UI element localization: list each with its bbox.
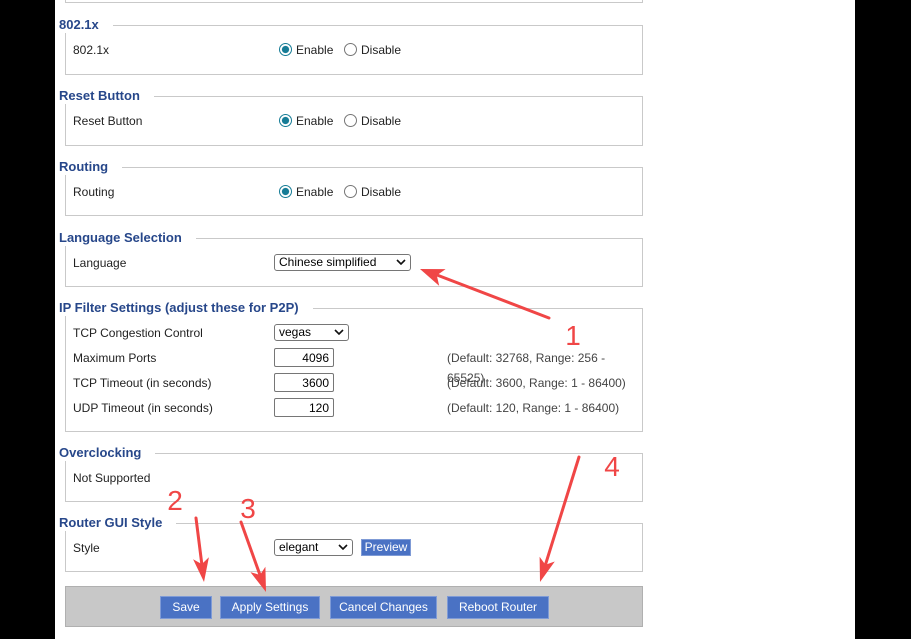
reset-button-disable-label: Disable (361, 114, 402, 128)
section-legend: Language Selection (59, 230, 196, 246)
routing-disable-label: Disable (361, 185, 402, 199)
style-select-value: elegant (279, 540, 319, 554)
section-legend: Overclocking (59, 445, 156, 461)
section-legend: 802.1x (59, 17, 113, 33)
tcp-congestion-select-value: vegas (279, 325, 312, 339)
reset-button-enable-label: Enable (296, 114, 334, 128)
dot1x-label: 802.1x (73, 43, 110, 57)
chevron-down-icon (334, 329, 344, 335)
tcp-timeout-hint: (Default: 3600, Range: 1 - 86400) (447, 376, 626, 390)
settings-panel: 802.1x 802.1x Enable Disable Reset Butto… (55, 0, 855, 639)
preview-button[interactable]: Preview (361, 539, 411, 556)
routing-enable-radio[interactable] (279, 185, 292, 198)
section-legend: IP Filter Settings (adjust these for P2P… (59, 300, 313, 316)
previous-section-bottom (65, 0, 643, 3)
dot1x-enable-radio[interactable] (279, 43, 292, 56)
reset-button-enable-radio[interactable] (279, 114, 292, 127)
section-legend: Routing (59, 159, 123, 175)
udp-timeout-label: UDP Timeout (in seconds) (73, 401, 213, 415)
section-routing: Routing Routing Enable Disable (59, 159, 643, 216)
language-label: Language (73, 256, 127, 270)
section-legend: Reset Button (59, 88, 154, 104)
section-802-1x: 802.1x 802.1x Enable Disable (59, 17, 643, 75)
udp-timeout-input[interactable] (274, 398, 334, 417)
tcp-congestion-select[interactable]: vegas (274, 324, 349, 341)
max-ports-label: Maximum Ports (73, 351, 157, 365)
chevron-down-icon (338, 544, 348, 550)
dot1x-disable-radio[interactable] (344, 43, 357, 56)
language-select[interactable]: Chinese simplified (274, 254, 411, 271)
reset-button-label: Reset Button (73, 114, 143, 128)
chevron-down-icon (396, 259, 406, 265)
language-select-value: Chinese simplified (279, 255, 377, 269)
section-legend: Router GUI Style (59, 515, 177, 531)
udp-timeout-hint: (Default: 120, Range: 1 - 86400) (447, 401, 620, 415)
dot1x-enable-label: Enable (296, 43, 334, 57)
reboot-router-button[interactable]: Reboot Router (447, 596, 549, 619)
cancel-changes-button[interactable]: Cancel Changes (330, 596, 437, 619)
routing-enable-label: Enable (296, 185, 334, 199)
apply-settings-button[interactable]: Apply Settings (220, 596, 320, 619)
section-overclocking: Overclocking Not Supported (59, 445, 643, 502)
dot1x-disable-label: Disable (361, 43, 402, 57)
routing-disable-radio[interactable] (344, 185, 357, 198)
style-label: Style (73, 541, 100, 555)
reset-button-disable-radio[interactable] (344, 114, 357, 127)
tcp-timeout-input[interactable] (274, 373, 334, 392)
overclocking-status: Not Supported (73, 471, 151, 485)
save-button[interactable]: Save (160, 596, 212, 619)
tcp-timeout-label: TCP Timeout (in seconds) (73, 376, 212, 390)
section-router-gui-style: Router GUI Style Style elegant Preview (59, 515, 643, 572)
style-select[interactable]: elegant (274, 539, 353, 556)
routing-label: Routing (73, 185, 115, 199)
section-language-selection: Language Selection Language Chinese simp… (59, 230, 643, 287)
section-ip-filter-settings: IP Filter Settings (adjust these for P2P… (59, 300, 643, 432)
max-ports-input[interactable] (274, 348, 334, 367)
tcp-congestion-label: TCP Congestion Control (73, 326, 203, 340)
footer-button-bar: Save Apply Settings Cancel Changes Reboo… (65, 586, 643, 627)
section-reset-button: Reset Button Reset Button Enable Disable (59, 88, 643, 146)
